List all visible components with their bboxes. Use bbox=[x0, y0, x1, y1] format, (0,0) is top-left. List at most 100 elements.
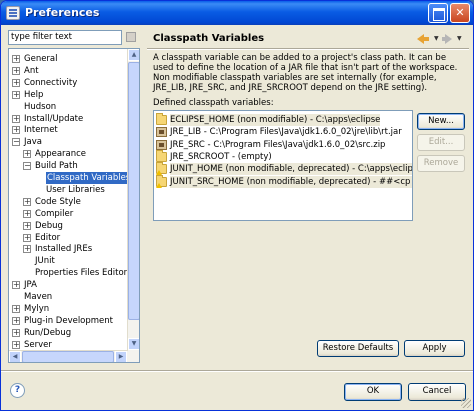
help-icon[interactable]: ? bbox=[10, 383, 25, 398]
tree-item-classpath-variables[interactable]: Classpath Variables bbox=[9, 172, 132, 184]
tree-item-install-update[interactable]: + Install/Update bbox=[9, 113, 127, 125]
tree-item-mylyn[interactable]: + Mylyn bbox=[9, 303, 127, 315]
tree-item-user-libraries[interactable]: User Libraries bbox=[9, 184, 127, 196]
tree-item-label: Appearance bbox=[35, 149, 87, 160]
clear-filter-icon[interactable] bbox=[126, 32, 136, 42]
scroll-left-icon[interactable]: ◀ bbox=[9, 351, 21, 362]
window-title: Preferences bbox=[25, 6, 100, 19]
tree-item-build-path[interactable]: − Build Path bbox=[9, 160, 127, 172]
forward-menu-chevron-icon[interactable]: ▼ bbox=[457, 35, 462, 42]
apply-button[interactable]: Apply bbox=[404, 340, 465, 357]
maximize-button[interactable] bbox=[428, 3, 448, 23]
tree-item-label: JUnit bbox=[35, 256, 55, 267]
variable-text: JUNIT_SRC_HOME (non modifiable, deprecat… bbox=[170, 175, 412, 188]
page-description: A classpath variable can be added to a p… bbox=[153, 53, 458, 93]
tree-item-label: User Libraries bbox=[46, 184, 105, 195]
variable-text: JRE_SRCROOT - (empty) bbox=[170, 151, 272, 162]
restore-defaults-button[interactable]: Restore Defaults bbox=[317, 340, 399, 357]
collapse-icon[interactable]: − bbox=[12, 138, 20, 147]
scroll-thumb[interactable] bbox=[128, 62, 139, 320]
expand-icon[interactable]: + bbox=[12, 316, 20, 325]
tree-item-junit[interactable]: JUnit bbox=[9, 255, 127, 267]
tree-item-label: Run/Debug bbox=[24, 327, 72, 338]
tree-item-hudson[interactable]: Hudson bbox=[9, 101, 127, 113]
tree-item-internet[interactable]: + Internet bbox=[9, 124, 127, 136]
expand-icon[interactable]: + bbox=[12, 90, 20, 99]
expand-icon[interactable]: + bbox=[23, 209, 31, 218]
tree-item-plug-in-development[interactable]: + Plug-in Development bbox=[9, 315, 127, 327]
preference-tree[interactable]: + General + Ant + Connectivity + Help Hudson + Ins… bbox=[8, 48, 140, 363]
collapse-icon[interactable]: − bbox=[23, 162, 31, 171]
tree-item-label: Editor bbox=[35, 232, 61, 243]
tree-item-label: Mylyn bbox=[24, 303, 50, 314]
tree-item-general[interactable]: + General bbox=[9, 53, 127, 65]
expand-icon[interactable]: + bbox=[23, 233, 31, 242]
new-button[interactable]: New... bbox=[417, 113, 465, 130]
tree-item-java[interactable]: − Java bbox=[9, 136, 127, 148]
scroll-thumb-horizontal[interactable] bbox=[22, 351, 114, 362]
filter-input[interactable]: type filter text bbox=[8, 30, 122, 45]
tree-item-label: Build Path bbox=[35, 161, 78, 172]
panel-splitter[interactable] bbox=[143, 29, 146, 369]
scroll-right-icon[interactable]: ▶ bbox=[115, 351, 127, 362]
tree-item-label: Code Style bbox=[35, 196, 81, 207]
tree-horizontal-scrollbar[interactable]: ◀ ▶ bbox=[9, 350, 128, 362]
edit-button[interactable]: Edit... bbox=[417, 134, 465, 151]
back-arrow-icon[interactable] bbox=[417, 34, 433, 45]
classpath-variables-list[interactable]: ECLIPSE_HOME (non modifiable) - C:\apps\… bbox=[153, 110, 413, 221]
tree-item-maven[interactable]: Maven bbox=[9, 291, 127, 303]
scroll-down-icon[interactable]: ▼ bbox=[128, 338, 139, 350]
tree-item-label: Connectivity bbox=[24, 77, 78, 88]
folder-icon bbox=[156, 149, 167, 162]
jar-icon bbox=[156, 139, 167, 150]
tree-item-debug[interactable]: + Debug bbox=[9, 220, 127, 232]
title-bar[interactable]: Preferences bbox=[1, 1, 473, 25]
tree-item-code-style[interactable]: + Code Style bbox=[9, 196, 127, 208]
folder-warning-icon bbox=[156, 162, 167, 176]
tree-item-editor[interactable]: + Editor bbox=[9, 232, 127, 244]
tree-item-label: Compiler bbox=[35, 208, 74, 219]
tree-item-appearance[interactable]: + Appearance bbox=[9, 148, 127, 160]
expand-icon[interactable]: + bbox=[12, 78, 20, 87]
tree-item-label: Ant bbox=[24, 65, 39, 76]
tree-item-label: Installed JREs bbox=[35, 244, 93, 255]
expand-icon[interactable]: + bbox=[12, 340, 20, 349]
expand-icon[interactable]: + bbox=[23, 197, 31, 206]
tree-item-connectivity[interactable]: + Connectivity bbox=[9, 77, 127, 89]
close-button[interactable] bbox=[450, 3, 470, 23]
tree-item-run-debug[interactable]: + Run/Debug bbox=[9, 327, 127, 339]
tree-item-label: Hudson bbox=[24, 101, 57, 112]
expand-icon[interactable]: + bbox=[23, 245, 31, 254]
tree-item-compiler[interactable]: + Compiler bbox=[9, 208, 127, 220]
variable-text: JRE_SRC - C:\Program Files\Java\jdk1.6.0… bbox=[170, 139, 386, 150]
tree-item-label: Classpath Variables bbox=[46, 172, 132, 184]
remove-button[interactable]: Remove bbox=[417, 155, 465, 172]
forward-arrow-icon[interactable] bbox=[442, 34, 458, 45]
back-menu-chevron-icon[interactable]: ▼ bbox=[434, 35, 439, 42]
tree-item-help[interactable]: + Help bbox=[9, 89, 127, 101]
expand-icon[interactable]: + bbox=[12, 114, 20, 123]
expand-icon[interactable]: + bbox=[12, 126, 20, 135]
expand-icon[interactable]: + bbox=[23, 221, 31, 230]
variables-list-label: Defined classpath variables: bbox=[153, 98, 274, 108]
preference-page: Classpath Variables ▼ ▼ A classpath vari… bbox=[147, 29, 469, 368]
expand-icon[interactable]: + bbox=[12, 281, 20, 290]
window-icon bbox=[6, 6, 20, 20]
expand-icon[interactable]: + bbox=[12, 328, 20, 337]
expand-icon[interactable]: + bbox=[12, 304, 20, 313]
expand-icon[interactable]: + bbox=[12, 55, 20, 63]
resize-grip-icon[interactable] bbox=[461, 398, 471, 408]
tree-item-server[interactable]: + Server bbox=[9, 339, 127, 351]
expand-icon[interactable]: + bbox=[23, 150, 31, 159]
tree-item-jpa[interactable]: + JPA bbox=[9, 279, 127, 291]
scroll-up-icon[interactable]: ▲ bbox=[128, 49, 139, 61]
ok-button[interactable]: OK bbox=[344, 383, 402, 401]
folder-icon bbox=[156, 113, 167, 125]
tree-vertical-scrollbar[interactable]: ▲ ▼ bbox=[127, 49, 139, 362]
tree-item-ant[interactable]: + Ant bbox=[9, 65, 127, 77]
tree-item-installed-jres[interactable]: + Installed JREs bbox=[9, 243, 127, 255]
tree-item-properties-files-editor[interactable]: Properties Files Editor bbox=[9, 267, 127, 279]
expand-icon[interactable]: + bbox=[12, 66, 20, 75]
cancel-button[interactable]: Cancel bbox=[408, 383, 466, 401]
page-title: Classpath Variables bbox=[153, 33, 265, 44]
